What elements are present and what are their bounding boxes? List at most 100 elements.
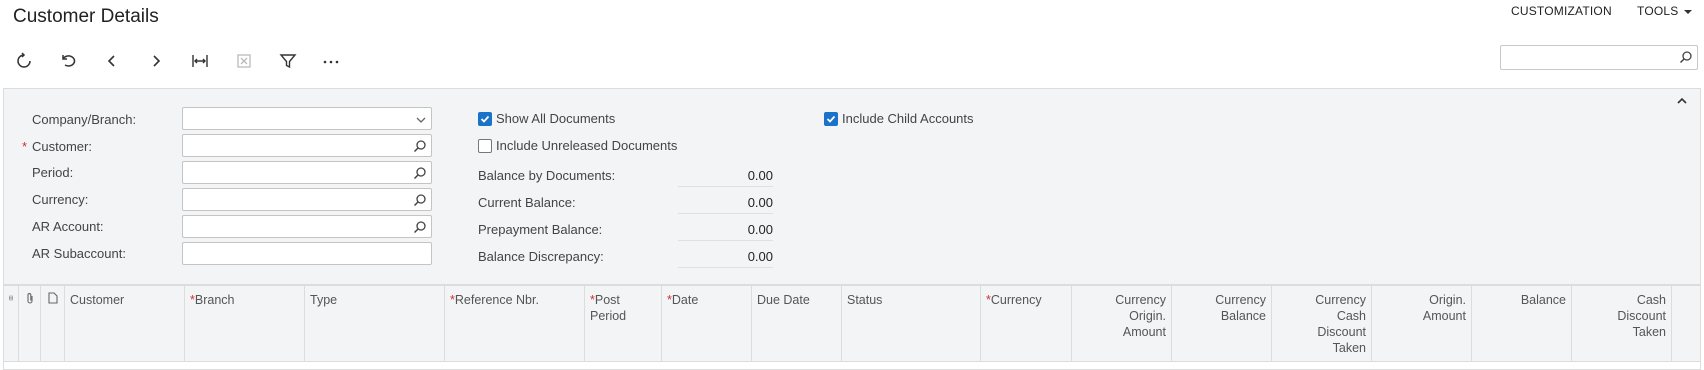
column-header-status[interactable]: Status bbox=[842, 286, 981, 362]
more-button[interactable] bbox=[316, 46, 346, 76]
summary-form: Company/Branch: * Customer: Period: Curr… bbox=[3, 88, 1701, 285]
column-label: Date bbox=[671, 293, 699, 307]
chevron-down-icon bbox=[416, 117, 426, 123]
column-label: Currency Balance bbox=[1215, 293, 1266, 323]
grid-header: Customer *Branch Type *Reference Nbr. *P… bbox=[4, 286, 1700, 362]
column-header-currency-cash-discount-taken[interactable]: Currency Cash Discount Taken bbox=[1272, 286, 1372, 362]
customization-label: CUSTOMIZATION bbox=[1511, 4, 1612, 18]
next-icon bbox=[153, 55, 161, 67]
column-label: Due Date bbox=[757, 293, 810, 307]
export-excel-button[interactable] bbox=[229, 46, 259, 76]
ar-subaccount-field[interactable] bbox=[182, 242, 432, 265]
collapse-icon[interactable] bbox=[1676, 95, 1688, 107]
checkbox-checked-icon bbox=[824, 111, 838, 126]
balance-by-documents-value: 0.00 bbox=[678, 168, 773, 187]
column-label: Type bbox=[310, 293, 338, 307]
fit-width-button[interactable] bbox=[185, 46, 215, 76]
show-all-documents-checkbox[interactable]: Show All Documents bbox=[478, 111, 615, 126]
column-header-customer[interactable]: Customer bbox=[65, 286, 185, 362]
column-header-origin-amount[interactable]: Origin. Amount bbox=[1372, 286, 1472, 362]
currency-field[interactable] bbox=[182, 188, 432, 211]
refresh-icon bbox=[17, 52, 31, 68]
customer-label: Customer: bbox=[32, 139, 92, 154]
company-branch-label: Company/Branch: bbox=[32, 112, 137, 127]
filter-button[interactable] bbox=[273, 46, 303, 76]
required-marker: * bbox=[22, 139, 28, 154]
period-field[interactable] bbox=[182, 161, 432, 184]
column-label: Balance bbox=[1520, 293, 1566, 307]
export-excel-icon bbox=[237, 54, 251, 68]
notes-column[interactable] bbox=[41, 286, 65, 362]
prepayment-balance-value: 0.00 bbox=[678, 222, 773, 241]
include-unreleased-label: Include Unreleased Documents bbox=[496, 138, 678, 153]
column-header-reference-nbr[interactable]: *Reference Nbr. bbox=[445, 286, 585, 362]
checkbox-checked-icon bbox=[478, 111, 492, 126]
ar-account-field[interactable] bbox=[182, 215, 432, 238]
page-title: Customer Details bbox=[13, 6, 159, 27]
ar-subaccount-label: AR Subaccount: bbox=[32, 246, 126, 261]
column-header-type[interactable]: Type bbox=[305, 286, 445, 362]
previous-button[interactable] bbox=[97, 46, 127, 76]
column-label: Cash Discount Taken bbox=[1617, 293, 1666, 339]
balance-discrepancy-label: Balance Discrepancy: bbox=[478, 249, 604, 264]
undo-icon bbox=[62, 55, 76, 67]
include-unreleased-checkbox[interactable]: Include Unreleased Documents bbox=[478, 138, 677, 153]
column-header-date[interactable]: *Date bbox=[662, 286, 752, 362]
tools-label: TOOLS bbox=[1637, 4, 1679, 18]
current-balance-label: Current Balance: bbox=[478, 195, 576, 210]
search-icon[interactable] bbox=[413, 166, 427, 180]
tools-menu[interactable]: TOOLS bbox=[1637, 4, 1693, 18]
customization-menu[interactable]: CUSTOMIZATION bbox=[1511, 4, 1612, 18]
column-label: Customer bbox=[70, 293, 125, 307]
column-label: Origin. Amount bbox=[1422, 293, 1466, 323]
filter-icon bbox=[279, 54, 297, 69]
current-balance-value: 0.00 bbox=[678, 195, 773, 214]
search-icon[interactable] bbox=[413, 139, 427, 153]
column-header-balance[interactable]: Balance bbox=[1472, 286, 1572, 362]
grid-search-box[interactable] bbox=[1500, 45, 1698, 70]
column-header-currency[interactable]: *Currency bbox=[981, 286, 1072, 362]
note-icon bbox=[47, 292, 58, 304]
balance-by-documents-label: Balance by Documents: bbox=[478, 168, 616, 183]
company-branch-select[interactable] bbox=[182, 107, 432, 130]
attachment-column[interactable] bbox=[19, 286, 41, 362]
grid-settings-icon bbox=[9, 295, 13, 301]
column-label: Status bbox=[847, 293, 883, 307]
refresh-button[interactable] bbox=[9, 46, 39, 76]
documents-grid: Customer *Branch Type *Reference Nbr. *P… bbox=[3, 285, 1701, 370]
column-label: Currency bbox=[990, 293, 1042, 307]
grid-search-input[interactable] bbox=[1505, 46, 1675, 68]
column-header-currency-origin-amount[interactable]: Currency Origin. Amount bbox=[1072, 286, 1172, 362]
next-button[interactable] bbox=[141, 46, 171, 76]
customer-field[interactable] bbox=[182, 134, 432, 157]
ar-account-label: AR Account: bbox=[32, 219, 104, 234]
chevron-down-icon bbox=[1684, 9, 1693, 14]
column-header-branch[interactable]: *Branch bbox=[185, 286, 305, 362]
search-icon bbox=[1679, 51, 1692, 64]
search-icon[interactable] bbox=[413, 193, 427, 207]
column-label: Branch bbox=[194, 293, 235, 307]
column-header-due-date[interactable]: Due Date bbox=[752, 286, 842, 362]
more-icon bbox=[323, 60, 339, 64]
previous-icon bbox=[107, 55, 115, 67]
fit-width-icon bbox=[192, 55, 208, 67]
row-settings-column[interactable] bbox=[4, 286, 19, 362]
include-child-accounts-label: Include Child Accounts bbox=[842, 111, 974, 126]
column-label: Post Period bbox=[590, 293, 627, 323]
balance-discrepancy-value: 0.00 bbox=[678, 249, 773, 268]
show-all-documents-label: Show All Documents bbox=[496, 111, 616, 126]
column-label: Reference Nbr. bbox=[454, 293, 539, 307]
column-header-currency-balance[interactable]: Currency Balance bbox=[1172, 286, 1272, 362]
prepayment-balance-label: Prepayment Balance: bbox=[478, 222, 603, 237]
column-label: Currency Origin. Amount bbox=[1115, 293, 1166, 339]
checkbox-unchecked-icon bbox=[478, 138, 492, 153]
undo-button[interactable] bbox=[53, 46, 83, 76]
currency-label: Currency: bbox=[32, 192, 89, 207]
paperclip-icon bbox=[26, 293, 33, 304]
search-icon[interactable] bbox=[413, 220, 427, 234]
period-label: Period: bbox=[32, 165, 74, 180]
column-header-post-period[interactable]: *Post Period bbox=[585, 286, 662, 362]
column-header-cash-discount-taken[interactable]: Cash Discount Taken bbox=[1572, 286, 1672, 362]
column-label: Currency Cash Discount Taken bbox=[1315, 293, 1366, 355]
include-child-accounts-checkbox[interactable]: Include Child Accounts bbox=[824, 111, 974, 126]
